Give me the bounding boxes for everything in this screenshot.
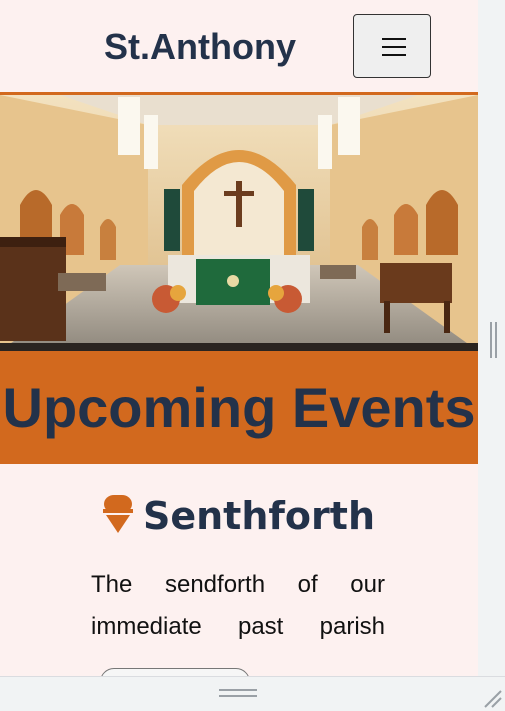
hero-image xyxy=(0,95,478,351)
event-action-button[interactable] xyxy=(100,668,250,676)
menu-toggle-button[interactable] xyxy=(353,14,431,78)
event-description: The sendforth of our immediate past pari… xyxy=(91,571,385,640)
events-banner: Upcoming Events xyxy=(0,351,478,464)
resize-corner-icon[interactable] xyxy=(481,687,503,709)
bottom-resize-bar[interactable] xyxy=(0,676,505,711)
vertical-scrollbar[interactable] xyxy=(478,0,505,676)
brand-title[interactable]: St.Anthony xyxy=(104,26,296,68)
ice-cream-icon xyxy=(102,495,133,542)
event-card: Senthforth The sendforth of our immediat… xyxy=(0,464,478,676)
navbar: St.Anthony xyxy=(0,0,478,95)
events-title: Upcoming Events xyxy=(2,376,476,439)
event-title: Senthforth xyxy=(142,494,375,538)
event-heading: Senthforth xyxy=(0,494,478,542)
page-viewport: St.Anthony Upcoming Events Senthforth Th… xyxy=(0,0,478,676)
